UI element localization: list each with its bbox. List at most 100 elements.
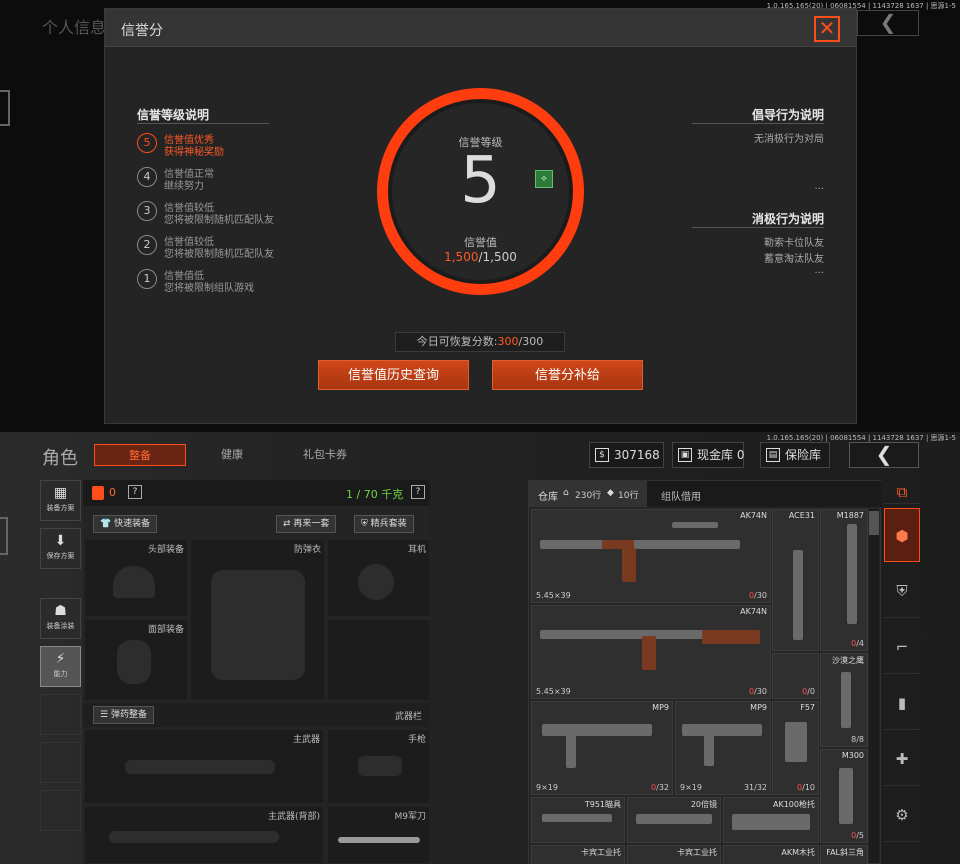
bg-chevron-icon — [0, 90, 10, 126]
level-item: 2 信誉值较低 您将被限制随机匹配队友 — [137, 233, 337, 261]
negative-behavior-item: 蓄意淘汰队友 — [764, 254, 824, 265]
bg-back-icon: ❮ — [857, 10, 919, 36]
level-item: 1 信誉值低 您将被限制组队游戏 — [137, 267, 337, 295]
category-gun-icon[interactable]: ⌐ — [884, 620, 920, 674]
tab-equip[interactable]: 整备 — [94, 444, 186, 466]
level-item: 3 信誉值较低 您将被限制随机匹配队友 — [137, 199, 337, 227]
headset-icon — [358, 564, 394, 600]
tab-health[interactable]: 健康 — [190, 444, 274, 466]
inventory-item[interactable]: AK74N 5.45×39 0/30 — [531, 509, 771, 603]
tag-icon: ◆ — [607, 488, 614, 498]
inventory-item[interactable]: MP9 9×19 0/32 — [531, 701, 673, 795]
inventory-item[interactable]: ACE31 — [772, 509, 819, 651]
close-icon[interactable]: ✕ — [814, 16, 840, 42]
back-weapon-slot[interactable]: 主武器(背部) — [84, 806, 324, 864]
earphone-slot[interactable]: 耳机 — [327, 539, 430, 617]
inventory-item[interactable]: AKM木托 — [723, 845, 819, 864]
scope-icon — [636, 814, 712, 824]
face-slot[interactable]: 面部装备 — [84, 619, 188, 701]
level-desc-title: 信誉等级说明 — [137, 108, 210, 122]
armor-slot[interactable]: 防弹衣 — [190, 539, 325, 701]
inventory-item[interactable]: AK74N 5.45×39 0/30 — [531, 605, 771, 699]
backpack-count: 0 — [109, 486, 116, 499]
inventory-item[interactable]: F57 0/10 — [772, 701, 819, 795]
inventory-item[interactable]: 20倍镜 — [627, 797, 721, 843]
empty-slot[interactable] — [327, 619, 430, 701]
inventory-item[interactable]: MP9 9×19 31/32 — [675, 701, 771, 795]
empty-slot — [40, 742, 81, 783]
page-title: 角色 — [42, 448, 78, 469]
inventory-item[interactable]: 卡宾工业托 — [627, 845, 721, 864]
inventory-item[interactable]: M1887 0/4 — [820, 509, 868, 651]
scope-icon — [542, 814, 612, 822]
inventory-item[interactable]: 卡宾工业托 — [531, 845, 625, 864]
positive-behavior-text: 无消极行为对局 — [754, 134, 824, 145]
home-icon: ⌂ — [563, 488, 569, 498]
melee-slot[interactable]: M9军刀 — [327, 806, 430, 864]
backpack-icon — [92, 486, 104, 500]
inventory-header: 仓库 ⌂ 230行 ◆ 10行 组队借用 — [529, 481, 881, 507]
ellipsis: ... — [814, 265, 824, 276]
pistol-icon — [785, 722, 807, 762]
tab-gift-cards[interactable]: 礼包卡券 — [282, 444, 368, 466]
currency-display[interactable]: $307168 — [589, 442, 664, 468]
positive-behavior-title: 倡导行为说明 — [751, 108, 824, 122]
knife-icon — [338, 837, 420, 843]
equip-plan-button[interactable]: ▦ 装备方案 — [40, 480, 81, 521]
weight-help-icon[interactable]: ? — [411, 485, 425, 499]
inventory-item[interactable]: 0/0 — [772, 653, 819, 699]
inventory-item[interactable]: T951瞄具 — [531, 797, 625, 843]
armor-icon — [211, 570, 305, 680]
primary-weapon-slot[interactable]: 主武器 — [84, 729, 324, 804]
elite-set-button[interactable]: ⛨ 精兵套装 — [354, 515, 414, 533]
inventory-item[interactable]: AK100枪托 — [723, 797, 819, 843]
category-gear-icon[interactable]: ⚙ — [884, 788, 920, 842]
inventory-item[interactable]: M300 0/5 — [820, 749, 868, 843]
reward-badge-icon[interactable]: ⟡ — [535, 170, 553, 188]
gas-mask-icon — [117, 640, 151, 684]
save-plan-button[interactable]: ⬇ 保存方案 — [40, 528, 81, 569]
repeat-icon: ⇄ — [283, 519, 291, 529]
pistol-slot[interactable]: 手枪 — [327, 729, 430, 804]
shotgun-icon — [847, 524, 857, 624]
level-item: 4 信誉值正常 继续努力 — [137, 165, 337, 193]
help-icon[interactable]: ? — [128, 485, 142, 499]
safe-box-button[interactable]: ▤ 保险库 — [760, 442, 830, 468]
helmet-icon — [113, 566, 155, 598]
ammo-equip-button[interactable]: ☰ 弹药整备 — [93, 706, 154, 724]
helmet-slot[interactable]: 头部装备 — [84, 539, 188, 617]
rifle-icon — [793, 550, 803, 640]
bolt-icon: ⚡ — [55, 651, 66, 667]
money-icon: $ — [595, 448, 609, 462]
sort-icon[interactable]: ⧉ — [884, 480, 920, 504]
stock-icon — [732, 814, 810, 830]
inventory-item[interactable]: FAL斜三角 — [820, 845, 868, 864]
credit-supplement-button[interactable]: 信誉分补给 — [492, 360, 643, 390]
category-all-icon[interactable]: ⬢ — [884, 508, 920, 562]
safe-icon: ▤ — [766, 448, 780, 462]
credit-screen: 1.0.165.165(20) | 06081554 | 1143728 163… — [0, 0, 960, 432]
empty-slot — [40, 790, 81, 831]
inventory-scrollbar[interactable] — [869, 509, 879, 863]
category-ammo-icon[interactable]: ▮ — [884, 676, 920, 730]
ability-button[interactable]: ⚡ 能力 — [40, 646, 81, 687]
negative-behavior-title: 消极行为说明 — [751, 212, 824, 226]
weight-display: 1 / 70 千克 — [346, 488, 404, 501]
equipment-header: 0 ? 1 / 70 千克 ? — [83, 480, 430, 506]
level-item: 5 信誉值优秀 获得神秘奖励 — [137, 131, 337, 159]
credit-modal: 信誉分 ✕ 信誉等级说明 5 信誉值优秀 获得神秘奖励 4 信誉值正常 继续努力… — [104, 8, 857, 424]
equip-skin-button[interactable]: ☗ 装备涂装 — [40, 598, 81, 639]
cash-storage-button[interactable]: ▣ 现金库 0 — [672, 442, 744, 468]
helmet-icon: ☗ — [54, 603, 67, 619]
credit-history-button[interactable]: 信誉值历史查询 — [318, 360, 469, 390]
tab-team-borrow[interactable]: 组队借用 — [661, 488, 701, 503]
category-medical-icon[interactable]: ✚ — [884, 732, 920, 786]
quick-equip-button[interactable]: 👕 快速装备 — [93, 515, 158, 533]
weapon-bar-label: 武器栏 — [394, 712, 422, 722]
inventory-item[interactable]: 沙漠之鹰 8/8 — [820, 653, 868, 747]
category-armor-icon[interactable]: ⛨ — [884, 564, 920, 618]
again-set-button[interactable]: ⇄ 再来一套 — [276, 515, 337, 533]
back-button[interactable]: ❮ — [849, 442, 919, 468]
character-screen: 1.0.165.165(20) | 06081554 | 1143728 163… — [0, 432, 960, 864]
scrollbar-thumb[interactable] — [869, 511, 879, 535]
